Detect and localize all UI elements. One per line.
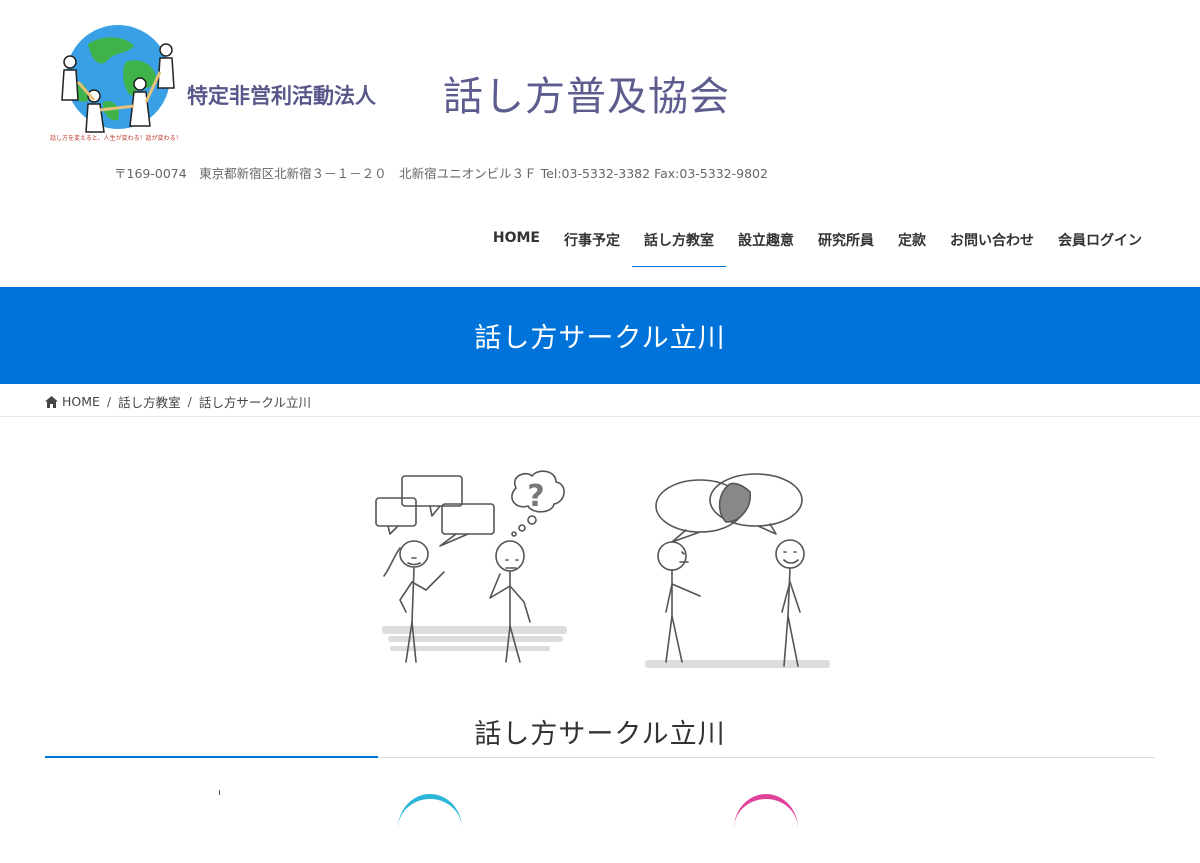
org-name-title[interactable]: 話し方普及協会 <box>443 64 730 122</box>
org-type-label: 特定非営利活動法人 <box>187 84 376 108</box>
nav-item-schedule[interactable]: 行事予定 <box>552 216 632 267</box>
breadcrumb-divider <box>0 416 1200 417</box>
nav-item-articles[interactable]: 定款 <box>886 216 938 267</box>
conversation-illustration: ? <box>360 462 840 680</box>
logo-tagline: 話し方を変えると、人生が変わる！話が変わる！ <box>50 135 182 142</box>
breadcrumb-parent-link[interactable]: 話し方教室 <box>118 392 181 411</box>
nav-item-home[interactable]: HOME <box>481 216 552 267</box>
content-title: 話し方サークル立川 <box>474 719 726 750</box>
overlapping-speech-bubbles <box>655 473 803 543</box>
question-mark: ? <box>527 479 544 514</box>
breadcrumb: HOME / 話し方教室 / 話し方サークル立川 <box>45 392 311 411</box>
speech-bubbles-left <box>375 475 495 547</box>
address-line: 〒169-0074 東京都新宿区北新宿３－１－２０ 北新宿ユニオンビル３Ｆ Te… <box>114 166 768 181</box>
page-header-banner: 話し方サークル立川 <box>0 287 1200 384</box>
floor-shadow <box>382 626 830 668</box>
site-header: 話し方を変えると、人生が変わる！話が変わる！ 特定非営利活動法人 話し方普及協会… <box>0 0 1200 286</box>
right-listener-figure <box>775 539 805 667</box>
nav-item-member-login[interactable]: 会員ログイン <box>1046 216 1154 267</box>
breadcrumb-separator: / <box>106 394 112 409</box>
org-logo[interactable] <box>48 22 188 144</box>
feature-circle-pink <box>734 794 798 863</box>
nav-item-speech-class[interactable]: 話し方教室 <box>632 216 726 267</box>
nav-item-founding-purpose[interactable]: 設立趣意 <box>726 216 806 267</box>
title-underline-accent <box>45 756 378 758</box>
page-title: 話し方サークル立川 <box>474 323 726 354</box>
global-nav: HOME 行事予定 話し方教室 設立趣意 研究所員 定款 お問い合わせ 会員ログ… <box>481 216 1154 267</box>
nav-item-researchers[interactable]: 研究所員 <box>806 216 886 267</box>
feature-circle-cyan <box>398 794 462 863</box>
left-speaker-figure <box>657 541 701 663</box>
woman-figure <box>383 540 445 663</box>
breadcrumb-separator: / <box>187 394 192 409</box>
home-icon[interactable] <box>45 395 58 408</box>
breadcrumb-home-link[interactable]: HOME <box>62 394 100 409</box>
nav-item-contact[interactable]: お問い合わせ <box>938 216 1046 267</box>
breadcrumb-current: 話し方サークル立川 <box>198 395 312 410</box>
thinking-man-figure <box>489 540 531 663</box>
content-edge-mark <box>219 790 220 795</box>
